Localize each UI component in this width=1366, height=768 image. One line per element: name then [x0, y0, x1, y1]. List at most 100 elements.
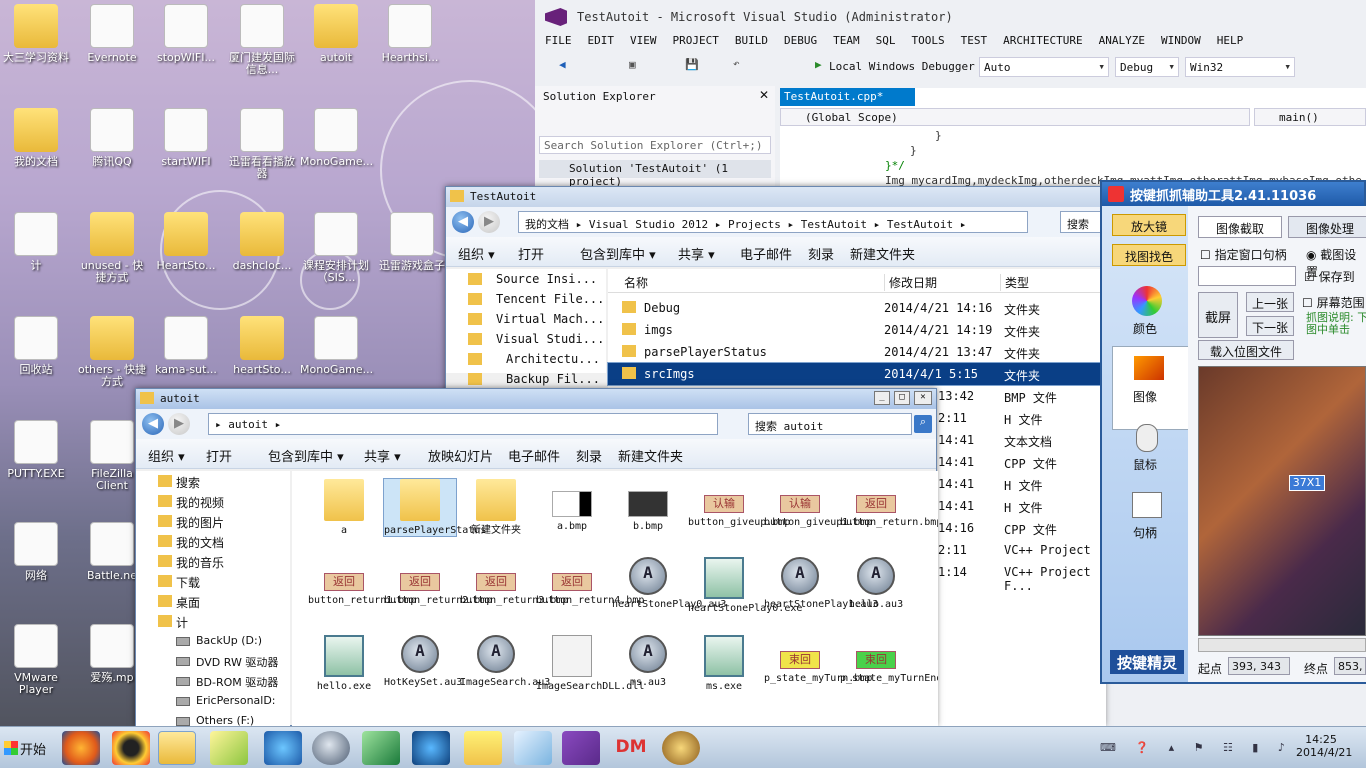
table-row[interactable]: imgs 2014/4/21 14:19 文件夹 — [608, 319, 1100, 341]
file-item[interactable]: 束回 p_state_myTurn.bmp — [764, 635, 872, 684]
desktop-icon[interactable]: 回收站 — [0, 316, 72, 376]
file-item[interactable]: 认输 button_giveup.bmp — [688, 479, 790, 528]
menu-item[interactable]: TEST — [961, 34, 988, 47]
desktop-icon[interactable]: 厦门建发国际信息... — [226, 4, 298, 76]
desktop-icon[interactable]: dashcloc... — [226, 212, 298, 272]
desktop-icon[interactable]: kama-sut... — [150, 316, 222, 376]
desktop-icon[interactable]: MonoGame... — [300, 316, 373, 376]
battlenet-icon[interactable] — [412, 731, 450, 765]
col-name[interactable]: 名称 — [624, 274, 648, 291]
file-item[interactable]: 认输 button_giveup1.bmp — [764, 479, 872, 528]
tree-item[interactable]: 下载 — [136, 571, 290, 591]
color-label[interactable]: 颜色 — [1102, 320, 1188, 337]
desktop-icon[interactable]: 我的文档 — [0, 108, 72, 168]
desktop-icon[interactable]: 迅雷看看播放器 — [226, 108, 298, 180]
menu-item[interactable]: VIEW — [630, 34, 657, 47]
address-path[interactable]: ▸ autoit ▸ — [208, 413, 718, 435]
autoit-icon[interactable] — [312, 731, 350, 765]
undo-icon[interactable]: ↶ — [733, 57, 740, 70]
file-item[interactable]: heartStonePlay0.au3 — [612, 557, 726, 610]
menu-item[interactable]: TEAM — [833, 34, 860, 47]
command-button[interactable]: 刻录 — [576, 446, 602, 465]
desktop-icon[interactable]: stopWIFI... — [150, 4, 222, 64]
command-button[interactable]: 电子邮件 — [740, 244, 792, 263]
handle-icon[interactable] — [1132, 492, 1162, 518]
command-button[interactable]: 共享 ▾ — [678, 244, 715, 263]
table-row[interactable]: srcImgs 2014/4/1 5:15 文件夹 — [607, 362, 1101, 386]
command-button[interactable]: 包含到库中 ▾ — [580, 244, 656, 263]
capture-preview[interactable]: 37X1 — [1198, 366, 1366, 636]
desktop-icon[interactable]: HeartSto... — [150, 212, 222, 272]
window-handle-checkbox[interactable]: ☐ 指定窗口句柄 — [1200, 246, 1287, 263]
tray-icons[interactable]: ⌨ ❓ ▴ ⚑ ☷ ▮ ♪ — [1100, 741, 1293, 754]
file-item[interactable]: ImageSearchDLL.dll — [536, 635, 644, 692]
tab-process[interactable]: 图像处理 — [1288, 216, 1366, 238]
file-item[interactable]: hello.exe — [308, 635, 380, 692]
desktop-icon[interactable]: 腾讯QQ — [76, 108, 148, 168]
firefox-icon[interactable] — [62, 731, 100, 765]
desktop-icon[interactable]: Evernote — [76, 4, 148, 64]
command-button[interactable]: 包含到库中 ▾ — [268, 446, 344, 465]
tree-item[interactable]: 我的文档 — [136, 531, 290, 551]
bird-app-icon[interactable] — [264, 731, 302, 765]
maximize-button[interactable]: □ — [894, 391, 910, 405]
desktop-icon[interactable]: 网络 — [0, 522, 72, 582]
tree-item[interactable]: 桌面 — [136, 591, 290, 611]
prev-button[interactable]: 上一张 — [1246, 292, 1294, 312]
debugger-button[interactable]: Local Windows Debugger — [829, 60, 975, 73]
qq-icon[interactable] — [112, 731, 150, 765]
mouse-icon[interactable] — [1136, 424, 1158, 452]
file-item[interactable]: parsePlayerStatus — [383, 478, 486, 537]
command-button[interactable]: 共享 ▾ — [364, 446, 401, 465]
scope-combo[interactable]: (Global Scope) — [780, 108, 1250, 126]
menu-item[interactable]: PROJECT — [673, 34, 719, 47]
search-input[interactable]: 搜索 autoit — [748, 413, 912, 435]
file-item[interactable]: a.bmp — [536, 479, 608, 532]
command-button[interactable]: 组织 ▾ — [458, 244, 495, 263]
desktop-icon[interactable]: autoit — [300, 4, 372, 64]
tree-item[interactable]: 搜索 — [136, 471, 290, 491]
back-button[interactable]: ◀ — [142, 413, 164, 435]
handle-label[interactable]: 句柄 — [1102, 524, 1188, 541]
menu-item[interactable]: TOOLS — [911, 34, 944, 47]
back-icon[interactable]: ◀ — [559, 58, 566, 71]
tree-item[interactable]: BD-ROM 驱动器 — [136, 671, 290, 691]
desktop-icon[interactable]: 迅雷游戏盒子 — [376, 212, 448, 272]
desktop-icon[interactable]: VMware Player — [0, 624, 72, 696]
menu-item[interactable]: ARCHITECTURE — [1003, 34, 1082, 47]
desktop-icon[interactable]: others - 快捷方式 — [76, 316, 148, 388]
save-icon[interactable]: 💾 — [685, 58, 699, 71]
tree-item[interactable]: 我的视频 — [136, 491, 290, 511]
tab-capture[interactable]: 图像截取 — [1198, 216, 1282, 238]
command-button[interactable]: 放映幻灯片 — [428, 446, 493, 465]
file-item[interactable]: b.bmp — [612, 479, 684, 532]
save-to-checkbox[interactable]: ☑ 保存到 — [1304, 268, 1355, 285]
preview-scrollbar[interactable] — [1198, 638, 1366, 652]
tree-item[interactable]: EricPersonalD: — [136, 691, 290, 711]
menu-item[interactable]: WINDOW — [1161, 34, 1201, 47]
hearthstone-icon[interactable] — [662, 731, 700, 765]
start-debug-icon[interactable]: ▶ — [815, 58, 822, 71]
tree-item[interactable]: BackUp (D:) — [136, 631, 290, 651]
forward-button[interactable]: ▶ — [478, 211, 500, 233]
address-path[interactable]: 我的文档 ▸ Visual Studio 2012 ▸ Projects ▸ T… — [518, 211, 1028, 233]
find-image-button[interactable]: 找图找色 — [1112, 244, 1186, 266]
file-item[interactable]: heartStonePlay1.au3 — [764, 557, 878, 610]
file-item[interactable]: ImageSearch.au3 — [460, 635, 550, 688]
solution-config-combo[interactable]: Auto — [979, 57, 1109, 77]
desktop-icon[interactable]: unused - 快捷方式 — [76, 212, 148, 284]
file-item[interactable]: ms.au3 — [612, 635, 684, 688]
handle-input[interactable] — [1198, 266, 1296, 286]
load-bitmap-button[interactable]: 载入位图文件 — [1198, 340, 1294, 360]
solution-search-input[interactable]: Search Solution Explorer (Ctrl+;) — [539, 136, 771, 154]
tree-item[interactable]: Architectu... — [446, 349, 606, 369]
next-button[interactable]: 下一张 — [1246, 316, 1294, 336]
command-button[interactable]: 组织 ▾ — [148, 446, 185, 465]
screen-range-checkbox[interactable]: ☐ 屏幕范围 — [1302, 294, 1365, 311]
col-date[interactable]: 修改日期 — [884, 274, 937, 291]
menu-item[interactable]: FILE — [545, 34, 572, 47]
clock[interactable]: 14:25 2014/4/21 — [1296, 733, 1352, 759]
desktop-icon[interactable]: 课程安排计划（SIS... — [300, 212, 372, 284]
tree-item[interactable]: DVD RW 驱动器 — [136, 651, 290, 671]
help-icon[interactable] — [464, 731, 502, 765]
